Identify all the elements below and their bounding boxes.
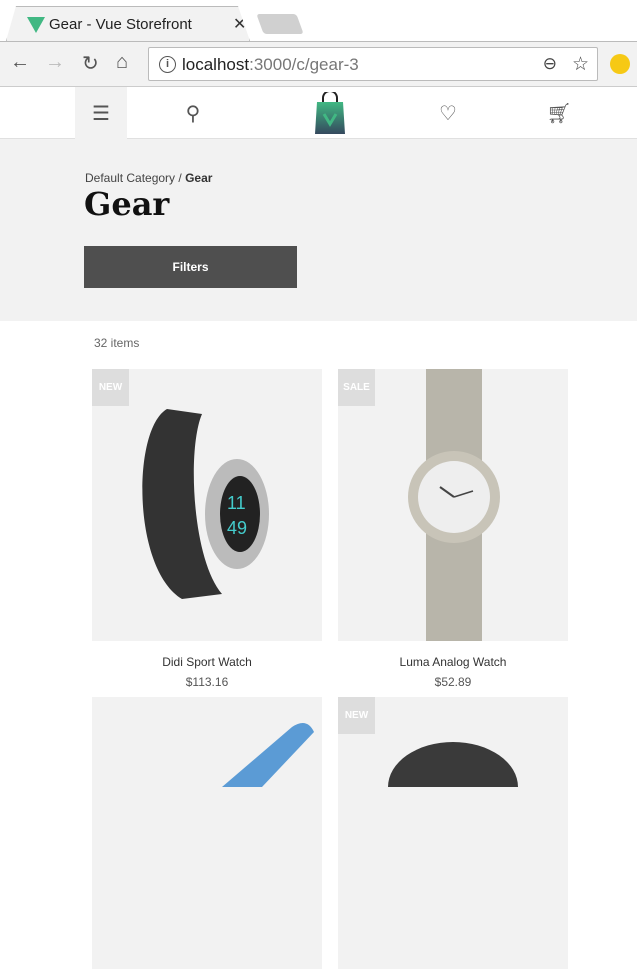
product-image[interactable] (92, 697, 322, 969)
browser-tabbar: Gear - Vue Storefront ✕ (0, 0, 637, 41)
svg-text:11: 11 (227, 493, 246, 513)
badge-sale: SALE (338, 369, 375, 406)
forward-icon[interactable]: → (45, 51, 65, 74)
url-path: :3000/c/gear-3 (249, 55, 359, 74)
page-title: Gear (84, 185, 170, 223)
heart-icon[interactable]: ♡ (422, 87, 474, 139)
badge-new: NEW (92, 369, 129, 406)
back-icon[interactable]: ← (10, 51, 30, 74)
browser-tab[interactable]: Gear - Vue Storefront ✕ (6, 6, 250, 41)
cart-icon[interactable]: 🛒︎ (533, 87, 585, 139)
browser-toolbar: ← → ↻ ⌂ i localhost:3000/c/gear-3 ⊖ ☆ (0, 41, 637, 87)
product-image[interactable]: NEW (338, 697, 568, 969)
star-icon[interactable]: ☆ (572, 53, 589, 76)
svg-text:49: 49 (227, 518, 247, 538)
product-price: $113.16 (185, 675, 229, 689)
product-price: $52.89 (434, 675, 472, 689)
product-name[interactable]: Didi Sport Watch (92, 655, 322, 669)
search-icon[interactable]: ⚲ (167, 87, 219, 139)
product-name[interactable]: Luma Analog Watch (338, 655, 568, 669)
tab-title: Gear - Vue Storefront (49, 16, 192, 33)
new-tab-button[interactable] (256, 14, 304, 34)
close-icon[interactable]: ✕ (233, 14, 246, 34)
breadcrumb-link[interactable]: Default Category (85, 171, 175, 185)
category-header: Default Category / Gear Gear Filters (0, 139, 637, 321)
zoom-out-icon[interactable]: ⊖ (543, 54, 557, 74)
vue-logo-icon (27, 17, 45, 33)
product-image[interactable]: 11 49 NEW (92, 369, 322, 641)
badge-new: NEW (338, 697, 375, 734)
breadcrumb-current: Gear (185, 171, 213, 185)
breadcrumb-separator: / (175, 171, 186, 185)
product-image[interactable]: SALE (338, 369, 568, 641)
product-card[interactable] (92, 697, 322, 969)
address-bar[interactable]: i localhost:3000/c/gear-3 ⊖ ☆ (148, 47, 598, 81)
product-card[interactable]: NEW (338, 697, 568, 969)
breadcrumb: Default Category / Gear (85, 171, 212, 185)
extension-icon[interactable] (610, 54, 630, 74)
product-card[interactable]: 11 49 NEW Didi Sport Watch $113.16 (92, 369, 322, 689)
reload-icon[interactable]: ↻ (82, 51, 99, 76)
product-card[interactable]: SALE Luma Analog Watch $52.89 (338, 369, 568, 689)
item-count: 32 items (94, 336, 140, 350)
logo[interactable] (304, 87, 356, 139)
site-header: ☰ ⚲ ♡ 🛒︎ (0, 87, 637, 139)
info-icon[interactable]: i (159, 56, 176, 73)
url-host: localhost (182, 55, 250, 74)
filters-button[interactable]: Filters (84, 246, 297, 288)
menu-icon[interactable]: ☰ (75, 87, 127, 139)
home-icon[interactable]: ⌂ (116, 51, 128, 74)
